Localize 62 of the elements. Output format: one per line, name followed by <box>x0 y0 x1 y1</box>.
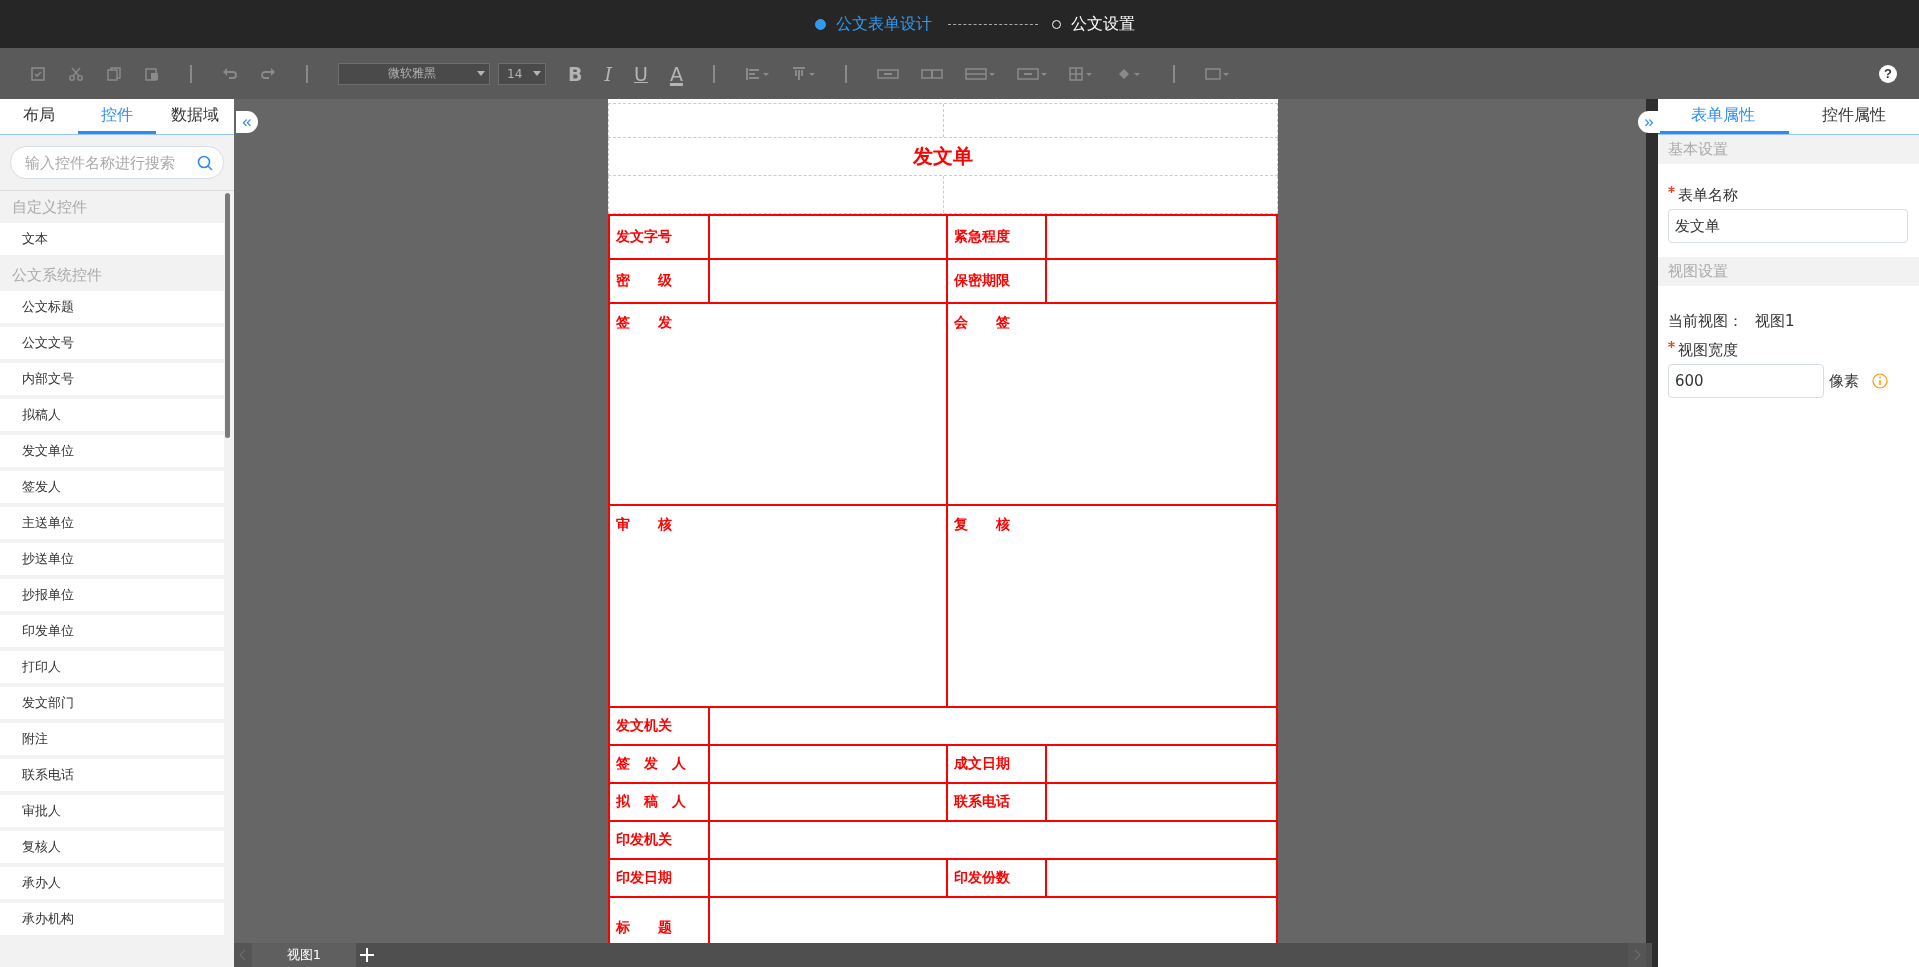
form-label: 成文日期 <box>954 755 1010 773</box>
group-header: 公文系统控件 <box>11 265 103 286</box>
field-label: 视图宽度 <box>1678 341 1738 360</box>
form-label: 联系电话 <box>954 793 1010 811</box>
plus-icon[interactable] <box>358 945 376 965</box>
unit-label: 像素 <box>1829 371 1859 391</box>
caret-icon <box>533 71 541 76</box>
view-tab[interactable]: 视图1 <box>252 943 356 967</box>
step-label[interactable]: 公文表单设计 <box>835 13 932 35</box>
form-label: 紧急程度 <box>954 228 1010 246</box>
section-header: 视图设置 <box>1658 257 1919 286</box>
control-item[interactable]: 印发单位 <box>0 615 224 647</box>
control-item[interactable]: 联系电话 <box>0 759 224 791</box>
control-item[interactable]: 复核人 <box>0 831 224 863</box>
field-value: 视图1 <box>1755 312 1795 331</box>
form-label: 保密期限 <box>954 272 1010 290</box>
control-item[interactable]: 附注 <box>0 723 224 755</box>
control-item[interactable]: 签发人 <box>0 471 224 503</box>
control-item[interactable]: 文本 <box>0 223 224 255</box>
field-label: 当前视图： <box>1668 312 1743 331</box>
control-item[interactable]: 公文标题 <box>0 291 224 323</box>
input-field[interactable]: 600 <box>1668 364 1824 398</box>
chevron-right-icon[interactable] <box>1628 943 1646 967</box>
search-icon[interactable] <box>197 154 213 171</box>
control-item[interactable]: 主送单位 <box>0 507 224 539</box>
form-title: 发文单 <box>913 143 973 170</box>
control-item[interactable]: 发文部门 <box>0 687 224 719</box>
section-header: 基本设置 <box>1658 135 1919 164</box>
form-label: 印发日期 <box>616 869 672 887</box>
control-item[interactable]: 内部文号 <box>0 363 224 395</box>
info-icon[interactable] <box>1872 373 1888 389</box>
control-item[interactable]: 承办机构 <box>0 903 224 935</box>
form-label: 审 核 <box>616 516 672 534</box>
collapse-button[interactable]: « <box>236 111 258 133</box>
control-item[interactable]: 审批人 <box>0 795 224 827</box>
form-label: 标 题 <box>616 919 672 937</box>
form-label: 发文字号 <box>616 228 672 246</box>
form-label: 密 级 <box>616 272 672 290</box>
control-item[interactable]: 拟稿人 <box>0 399 224 431</box>
control-item[interactable]: 抄送单位 <box>0 543 224 575</box>
input-field[interactable]: 发文单 <box>1668 209 1908 243</box>
chevron-left-icon[interactable] <box>234 943 252 967</box>
search-field[interactable]: 输入控件名称进行搜索 <box>10 146 224 179</box>
scrollbar[interactable] <box>225 193 230 438</box>
control-item[interactable]: 承办人 <box>0 867 224 899</box>
form-label: 拟 稿 人 <box>616 793 686 811</box>
control-item[interactable]: 发文单位 <box>0 435 224 467</box>
form-label: 发文机关 <box>616 717 672 735</box>
control-item[interactable]: 公文文号 <box>0 327 224 359</box>
expand-button[interactable]: » <box>1638 111 1660 133</box>
form-label: 会 签 <box>954 314 1010 332</box>
form-label: 复 核 <box>954 516 1010 534</box>
group-header: 自定义控件 <box>11 197 88 218</box>
control-item[interactable]: 抄报单位 <box>0 579 224 611</box>
form-label: 签 发 <box>616 314 672 332</box>
form-label: 印发机关 <box>616 831 672 849</box>
control-item[interactable]: 打印人 <box>0 651 224 683</box>
field-label: 表单名称 <box>1678 186 1738 205</box>
form-label: 印发份数 <box>954 869 1010 887</box>
step-label[interactable]: 公文设置 <box>1070 13 1135 35</box>
form-label: 签 发 人 <box>616 755 686 773</box>
caret-icon <box>477 71 485 76</box>
